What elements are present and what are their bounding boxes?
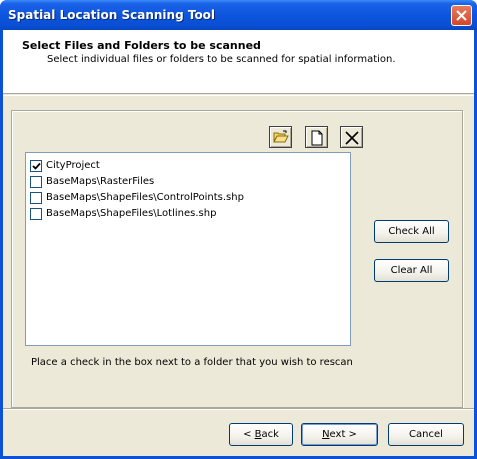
wizard-header: Select Files and Folders to be scanned S… — [3, 30, 474, 94]
header-description: Select individual files or folders to be… — [47, 54, 396, 65]
back-label-mnemonic: B — [254, 429, 262, 440]
new-file-button[interactable] — [305, 126, 328, 148]
next-button[interactable]: Next > — [301, 423, 378, 446]
back-label-prefix: < — [243, 429, 255, 440]
back-button[interactable]: < Back — [229, 423, 293, 446]
item-checkbox[interactable] — [30, 176, 42, 188]
check-all-button[interactable]: Check All — [374, 220, 449, 243]
item-label: BaseMaps\RasterFiles — [46, 176, 155, 187]
clear-all-button[interactable]: Clear All — [374, 259, 449, 282]
footer-separator — [3, 408, 474, 410]
close-button[interactable] — [451, 5, 472, 26]
close-icon — [456, 10, 467, 21]
window-title: Spatial Location Scanning Tool — [8, 8, 216, 22]
header-title: Select Files and Folders to be scanned — [22, 39, 261, 52]
instruction-text: Place a check in the box next to a folde… — [31, 357, 353, 368]
next-label-rest: ext > — [329, 429, 357, 440]
title-bar[interactable]: Spatial Location Scanning Tool — [0, 0, 477, 30]
open-folder-icon — [273, 130, 289, 143]
new-file-icon — [311, 130, 323, 146]
dialog-window: Spatial Location Scanning Tool Select Fi… — [0, 0, 477, 459]
delete-icon — [345, 131, 359, 145]
delete-button[interactable] — [340, 126, 363, 148]
item-checkbox[interactable] — [30, 208, 42, 220]
item-checkbox[interactable] — [30, 160, 42, 172]
item-label: BaseMaps\ShapeFiles\Lotlines.shp — [46, 208, 217, 219]
next-label-mnemonic: N — [322, 429, 330, 440]
item-label: BaseMaps\ShapeFiles\ControlPoints.shp — [46, 192, 244, 203]
item-label: CityProject — [46, 160, 100, 171]
item-checkbox[interactable] — [30, 192, 42, 204]
file-folder-list[interactable]: CityProject BaseMaps\RasterFiles BaseMap… — [25, 152, 351, 346]
dialog-body: Select Files and Folders to be scanned S… — [3, 30, 474, 456]
checkmark-icon — [32, 162, 41, 170]
header-separator — [3, 95, 474, 96]
cancel-button[interactable]: Cancel — [388, 423, 464, 446]
back-label-rest: ack — [261, 429, 279, 440]
open-folder-button[interactable] — [269, 126, 292, 148]
